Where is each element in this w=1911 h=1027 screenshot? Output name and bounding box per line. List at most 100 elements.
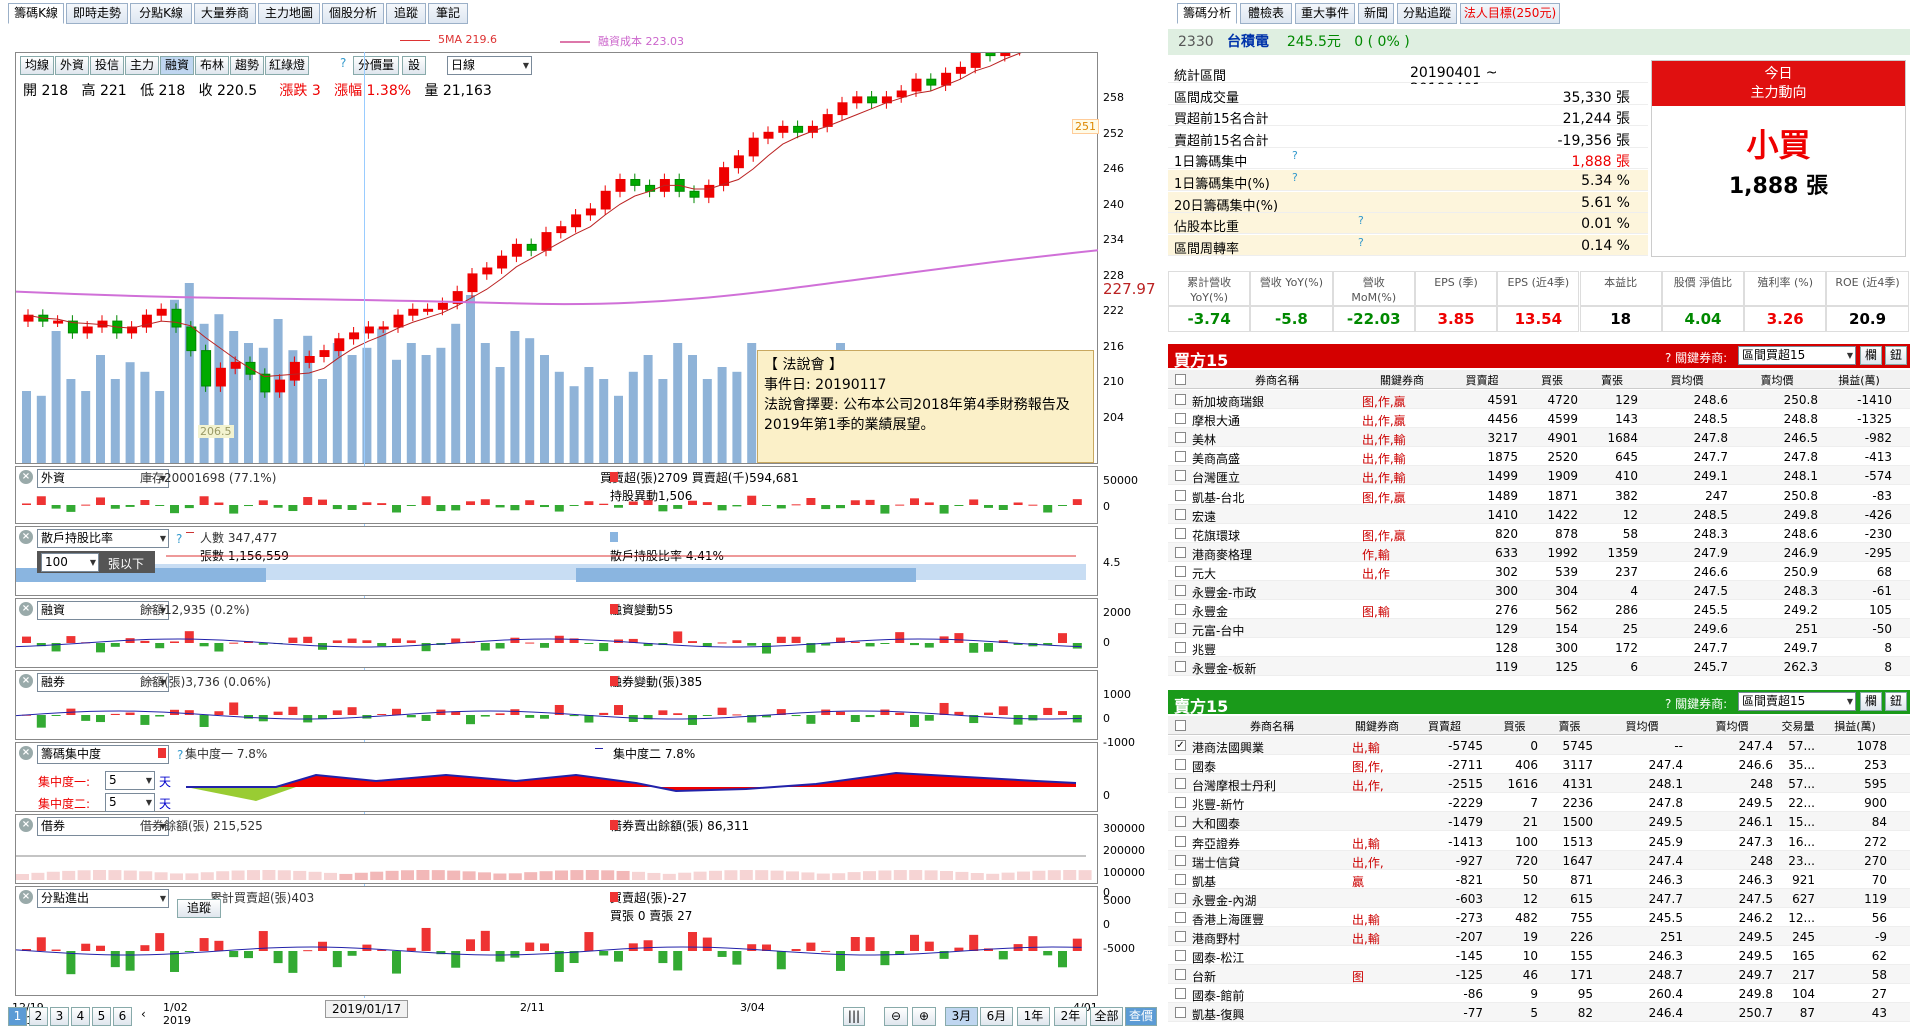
- buy-column-button[interactable]: 欄: [1860, 346, 1882, 365]
- broker-name[interactable]: 美林: [1192, 431, 1358, 448]
- left-tab-3[interactable]: 分點K線: [130, 3, 192, 24]
- row-checkbox[interactable]: [1175, 988, 1186, 999]
- right-tab-5[interactable]: 分點追蹤: [1397, 3, 1457, 24]
- broker-name[interactable]: 凱基-台北: [1192, 489, 1358, 506]
- select-all-checkbox[interactable]: [1175, 374, 1186, 385]
- left-tab-1[interactable]: 籌碼K線: [8, 3, 64, 24]
- right-tab-2[interactable]: 體檢表: [1240, 3, 1292, 24]
- broker-name[interactable]: 港商野村: [1192, 930, 1348, 947]
- page-button-6[interactable]: 6: [113, 1007, 132, 1026]
- right-tab-6[interactable]: 法人目標(250元): [1460, 3, 1560, 24]
- broker-name[interactable]: 香港上海匯豐: [1192, 911, 1348, 928]
- buy-settings-button[interactable]: 鈕: [1885, 346, 1907, 365]
- track-button[interactable]: 追蹤: [177, 899, 221, 918]
- broker-name[interactable]: 宏遠: [1192, 508, 1358, 525]
- row-checkbox[interactable]: [1175, 623, 1186, 634]
- scroll-left-icon[interactable]: ‹: [141, 1007, 146, 1021]
- row-checkbox[interactable]: [1175, 1007, 1186, 1018]
- left-tab-5[interactable]: 主力地圖: [258, 3, 320, 24]
- row-checkbox[interactable]: [1175, 797, 1186, 808]
- broker-name[interactable]: 兆豐-新竹: [1192, 796, 1348, 813]
- zoom-in-icon[interactable]: ⊕: [912, 1007, 936, 1026]
- broker-name[interactable]: 凱基: [1192, 873, 1348, 890]
- stat-help-icon[interactable]: ?: [1292, 149, 1298, 162]
- sell-settings-button[interactable]: 鈕: [1885, 692, 1907, 711]
- page-button-1[interactable]: 1: [8, 1007, 27, 1026]
- broker-name[interactable]: 奔亞證券: [1192, 835, 1348, 852]
- indicator-select-5[interactable]: 籌碼集中度: [37, 745, 169, 764]
- concentration-help-icon[interactable]: ?: [177, 748, 183, 762]
- sell-col-header[interactable]: 關鍵券商: [1352, 718, 1402, 734]
- buy-col-header[interactable]: 買賣超: [1442, 372, 1522, 388]
- buy-col-header[interactable]: 買張: [1522, 372, 1582, 388]
- row-checkbox[interactable]: [1175, 778, 1186, 789]
- sell-range-select[interactable]: 區間賣超15: [1738, 692, 1856, 711]
- zoom-out-icon[interactable]: ⊖: [884, 1007, 908, 1026]
- row-checkbox[interactable]: [1175, 836, 1186, 847]
- broker-name[interactable]: 美商高盛: [1192, 450, 1358, 467]
- broker-name[interactable]: 台灣匯立: [1192, 469, 1358, 486]
- stat-help-icon[interactable]: ?: [1292, 171, 1298, 184]
- range-button-4[interactable]: 2年: [1054, 1007, 1087, 1026]
- broker-name[interactable]: 港商麥格理: [1192, 546, 1358, 563]
- page-button-2[interactable]: 2: [29, 1007, 48, 1026]
- left-tab-4[interactable]: 大量券商: [194, 3, 256, 24]
- left-tab-7[interactable]: 追蹤: [386, 3, 426, 24]
- query-price-button[interactable]: 查價: [1125, 1007, 1157, 1026]
- broker-name[interactable]: 港商法國興業: [1192, 739, 1348, 756]
- close-panel-icon[interactable]: ×: [19, 818, 33, 832]
- range-button-5[interactable]: 全部: [1090, 1007, 1123, 1026]
- stat-help-icon[interactable]: ?: [1358, 214, 1364, 227]
- buy-col-header[interactable]: 損益(萬): [1822, 372, 1896, 388]
- stock-name[interactable]: 台積電: [1227, 34, 1269, 50]
- row-checkbox[interactable]: [1175, 451, 1186, 462]
- row-checkbox[interactable]: [1175, 642, 1186, 653]
- row-checkbox[interactable]: [1175, 585, 1186, 596]
- close-panel-icon[interactable]: ×: [19, 890, 33, 904]
- buy-range-select[interactable]: 區間買超15: [1738, 346, 1856, 365]
- concentration-days-2[interactable]: 5: [105, 793, 155, 812]
- row-checkbox[interactable]: ✓: [1175, 740, 1186, 751]
- row-checkbox[interactable]: [1175, 969, 1186, 980]
- buy-col-header[interactable]: 券商名稱: [1192, 372, 1362, 388]
- page-button-4[interactable]: 4: [71, 1007, 90, 1026]
- broker-name[interactable]: 永豐金: [1192, 603, 1358, 620]
- row-checkbox[interactable]: [1175, 661, 1186, 672]
- right-tab-4[interactable]: 新聞: [1358, 3, 1394, 24]
- row-checkbox[interactable]: [1175, 432, 1186, 443]
- sell-col-header[interactable]: 損益(萬): [1819, 718, 1891, 734]
- row-checkbox[interactable]: [1175, 547, 1186, 558]
- row-checkbox[interactable]: [1175, 893, 1186, 904]
- row-checkbox[interactable]: [1175, 604, 1186, 615]
- right-tab-3[interactable]: 重大事件: [1295, 3, 1355, 24]
- sell-col-header[interactable]: 賣張: [1542, 718, 1597, 734]
- broker-name[interactable]: 凱基-復興: [1192, 1006, 1348, 1023]
- row-checkbox[interactable]: [1175, 413, 1186, 424]
- row-checkbox[interactable]: [1175, 855, 1186, 866]
- left-tab-8[interactable]: 筆記: [428, 3, 468, 24]
- select-all-checkbox[interactable]: [1175, 720, 1186, 731]
- retail-help-icon[interactable]: ?: [176, 532, 182, 546]
- stat-help-icon[interactable]: ?: [1358, 236, 1364, 249]
- broker-name[interactable]: 國泰: [1192, 758, 1348, 775]
- sell-col-header[interactable]: 買賣超: [1402, 718, 1487, 734]
- range-button-1[interactable]: 3月: [945, 1007, 978, 1026]
- row-checkbox[interactable]: [1175, 394, 1186, 405]
- broker-name[interactable]: 新加坡商瑞銀: [1192, 393, 1358, 410]
- concentration-days-1[interactable]: 5: [105, 771, 155, 790]
- sell-column-button[interactable]: 欄: [1860, 692, 1882, 711]
- sell-col-header[interactable]: 買張: [1487, 718, 1542, 734]
- close-panel-icon[interactable]: ×: [19, 602, 33, 616]
- broker-name[interactable]: 摩根大通: [1192, 412, 1358, 429]
- sell-col-header[interactable]: 交易量: [1777, 718, 1819, 734]
- broker-name[interactable]: 台灣摩根士丹利: [1192, 777, 1348, 794]
- broker-name[interactable]: 元富-台中: [1192, 622, 1358, 639]
- close-panel-icon[interactable]: ×: [19, 530, 33, 544]
- range-button-2[interactable]: 6月: [980, 1007, 1013, 1026]
- row-checkbox[interactable]: [1175, 912, 1186, 923]
- broker-name[interactable]: 國泰-松江: [1192, 949, 1348, 966]
- page-button-5[interactable]: 5: [92, 1007, 111, 1026]
- buy-col-header[interactable]: 賣均價: [1732, 372, 1822, 388]
- row-checkbox[interactable]: [1175, 566, 1186, 577]
- close-panel-icon[interactable]: ×: [19, 746, 33, 760]
